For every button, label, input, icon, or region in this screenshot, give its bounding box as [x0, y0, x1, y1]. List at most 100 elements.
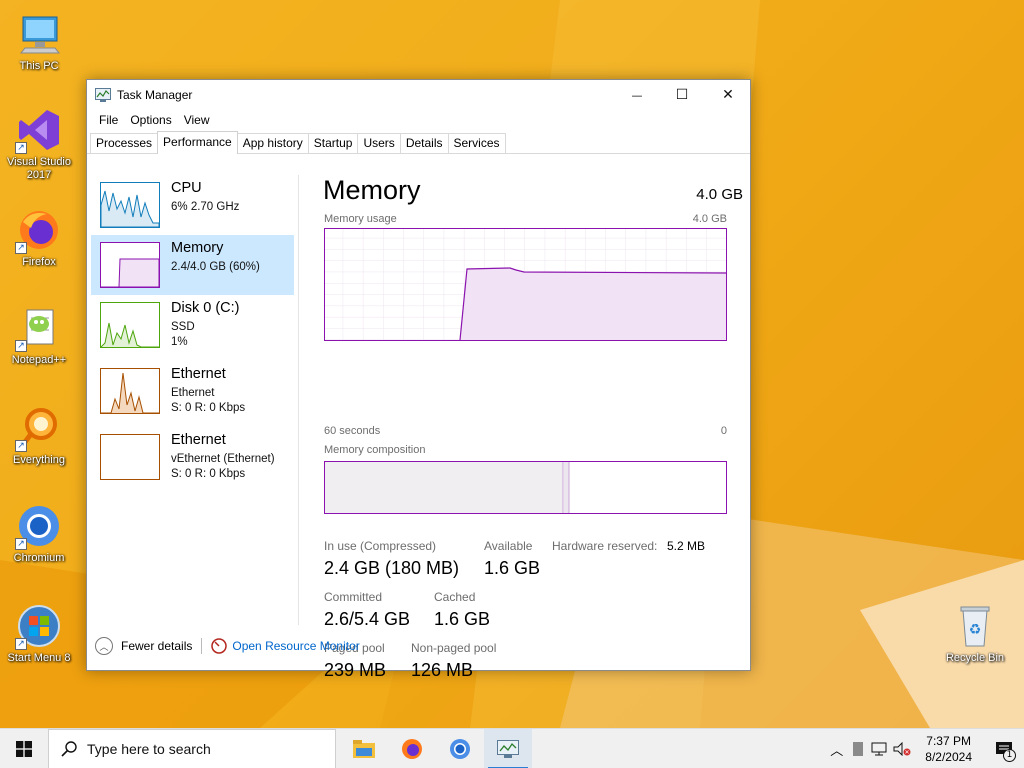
memory-thumbnail-graph — [100, 242, 160, 288]
taskbar-file-explorer[interactable] — [340, 729, 388, 768]
desktop-icon-visual-studio[interactable]: ↗ Visual Studio 2017 — [1, 106, 77, 182]
task-manager-icon — [95, 88, 111, 102]
memory-composition-bar — [324, 461, 727, 514]
window-footer: ︿ Fewer details Open Resource Monitor — [87, 630, 750, 662]
taskbar-search-box[interactable]: Type here to search — [48, 728, 336, 768]
time-axis-start: 60 seconds — [324, 425, 381, 437]
menu-bar: File Options View — [87, 110, 750, 130]
shortcut-arrow-icon: ↗ — [15, 538, 27, 550]
file-explorer-icon — [353, 739, 375, 758]
sidebar-item-disk[interactable]: Disk 0 (C:) SSD 1% — [91, 295, 294, 355]
close-button[interactable]: ✕ — [705, 80, 751, 110]
open-resource-monitor-link[interactable]: Open Resource Monitor — [232, 639, 359, 653]
shortcut-arrow-icon: ↗ — [15, 142, 27, 154]
desktop-icon-chromium[interactable]: ↗ Chromium — [1, 502, 77, 565]
cached-label: Cached — [434, 590, 476, 604]
non-paged-pool-value: 126 MB — [411, 660, 474, 680]
memory-composition-label: Memory composition — [324, 444, 426, 456]
search-placeholder: Type here to search — [87, 740, 211, 757]
search-icon — [61, 740, 77, 757]
committed-label: Committed — [324, 590, 383, 604]
recycle-bin-icon: ♻ — [951, 602, 999, 650]
clock[interactable]: 7:37 PM 8/2/2024 — [925, 733, 972, 765]
desktop-icon-this-pc[interactable]: This PC — [1, 10, 77, 73]
memory-usage-max: 4.0 GB — [692, 213, 727, 225]
available-value: 1.6 GB — [484, 558, 541, 578]
visual-studio-icon: ↗ — [15, 106, 63, 154]
hardware-reserved-value: 5.2 MB — [667, 539, 706, 553]
ethernet-thumbnail-graph — [100, 368, 160, 414]
desktop: This PC ↗ Visual Studio 2017 ↗ Firefox ↗… — [0, 0, 1024, 728]
desktop-icon-recycle-bin[interactable]: ♻ Recycle Bin — [937, 602, 1013, 665]
chevron-up-icon[interactable]: ︿ — [95, 637, 113, 655]
shortcut-arrow-icon: ↗ — [15, 638, 27, 650]
sidebar-item-memory[interactable]: Memory 2.4/4.0 GB (60%) — [91, 235, 294, 295]
cpu-thumbnail-graph — [100, 182, 160, 228]
maximize-button[interactable]: ☐ — [659, 80, 705, 110]
vethernet-thumbnail-graph — [100, 434, 160, 480]
svg-text:✕: ✕ — [905, 749, 910, 756]
task-manager-window[interactable]: Task Manager — ☐ ✕ File Options View Pro… — [86, 79, 751, 680]
paged-pool-value: 239 MB — [324, 660, 387, 680]
menu-options[interactable]: Options — [124, 113, 177, 127]
page-title: Memory — [323, 175, 421, 205]
resource-monitor-icon — [211, 638, 228, 654]
footer-divider — [201, 638, 203, 654]
computer-icon — [15, 10, 63, 58]
taskbar-chromium[interactable] — [436, 729, 484, 768]
shortcut-arrow-icon: ↗ — [15, 242, 27, 254]
desktop-icon-start-menu-8[interactable]: ↗ Start Menu 8 — [1, 602, 77, 665]
startmenu8-icon: ↗ — [15, 602, 63, 650]
volume-muted-icon[interactable]: ✕ — [893, 742, 911, 756]
chevron-up-icon[interactable]: ︿ — [830, 740, 843, 759]
tab-processes[interactable]: Processes — [90, 133, 159, 153]
disk-thumbnail-graph — [100, 302, 160, 348]
taskbar: Type here to search ︿ ✕ 7:37 PM 8/2/2024… — [0, 728, 1024, 768]
sidebar-item-ethernet-1[interactable]: Ethernet Ethernet S: 0 R: 0 Kbps — [91, 361, 294, 421]
desktop-icon-everything[interactable]: ↗ Everything — [1, 404, 77, 467]
clock-time: 7:37 PM — [926, 734, 971, 748]
sidebar-item-cpu[interactable]: CPU 6% 2.70 GHz — [91, 175, 294, 235]
cached-value: 1.6 GB — [434, 609, 491, 629]
memory-total: 4.0 GB — [696, 186, 743, 203]
tab-app-history[interactable]: App history — [236, 133, 309, 153]
usb-device-icon[interactable] — [853, 742, 864, 756]
menu-view[interactable]: View — [178, 113, 216, 127]
tab-performance[interactable]: Performance — [157, 131, 238, 154]
notepadpp-icon: ↗ — [15, 304, 63, 352]
windows-logo-icon — [16, 740, 32, 757]
shortcut-arrow-icon: ↗ — [15, 340, 27, 352]
svg-text:♻: ♻ — [969, 622, 982, 638]
firefox-icon: ↗ — [15, 206, 63, 254]
chromium-icon — [450, 738, 470, 759]
task-manager-icon — [497, 739, 519, 758]
start-button[interactable] — [0, 729, 48, 768]
tab-details[interactable]: Details — [399, 133, 449, 153]
title-bar[interactable]: Task Manager — ☐ ✕ — [87, 80, 750, 110]
taskbar-task-manager[interactable] — [484, 728, 532, 768]
desktop-icon-notepadpp[interactable]: ↗ Notepad++ — [1, 304, 77, 367]
system-tray: ︿ ✕ 7:37 PM 8/2/2024 1 — [830, 729, 1024, 768]
memory-usage-graph — [324, 228, 727, 341]
network-icon[interactable] — [871, 742, 887, 756]
available-label: Available — [484, 539, 533, 553]
tab-startup[interactable]: Startup — [307, 133, 359, 153]
action-center-button[interactable]: 1 — [984, 729, 1024, 768]
tab-users[interactable]: Users — [357, 133, 401, 153]
sidebar-item-ethernet-2[interactable]: Ethernet vEthernet (Ethernet) S: 0 R: 0 … — [91, 427, 294, 487]
window-title: Task Manager — [117, 88, 193, 102]
tab-services[interactable]: Services — [447, 133, 506, 153]
time-axis-end: 0 — [720, 425, 727, 437]
chromium-icon: ↗ — [15, 502, 63, 550]
notification-count-badge: 1 — [1003, 749, 1016, 762]
shortcut-arrow-icon: ↗ — [15, 440, 27, 452]
minimize-button[interactable]: — — [614, 80, 660, 110]
hardware-reserved-label: Hardware reserved: — [552, 539, 658, 553]
everything-icon: ↗ — [15, 404, 63, 452]
firefox-icon — [402, 738, 422, 759]
fewer-details-button[interactable]: Fewer details — [121, 639, 192, 653]
taskbar-firefox[interactable] — [388, 729, 436, 768]
menu-file[interactable]: File — [93, 113, 124, 127]
desktop-icon-firefox[interactable]: ↗ Firefox — [1, 206, 77, 269]
memory-usage-label: Memory usage — [324, 213, 397, 225]
